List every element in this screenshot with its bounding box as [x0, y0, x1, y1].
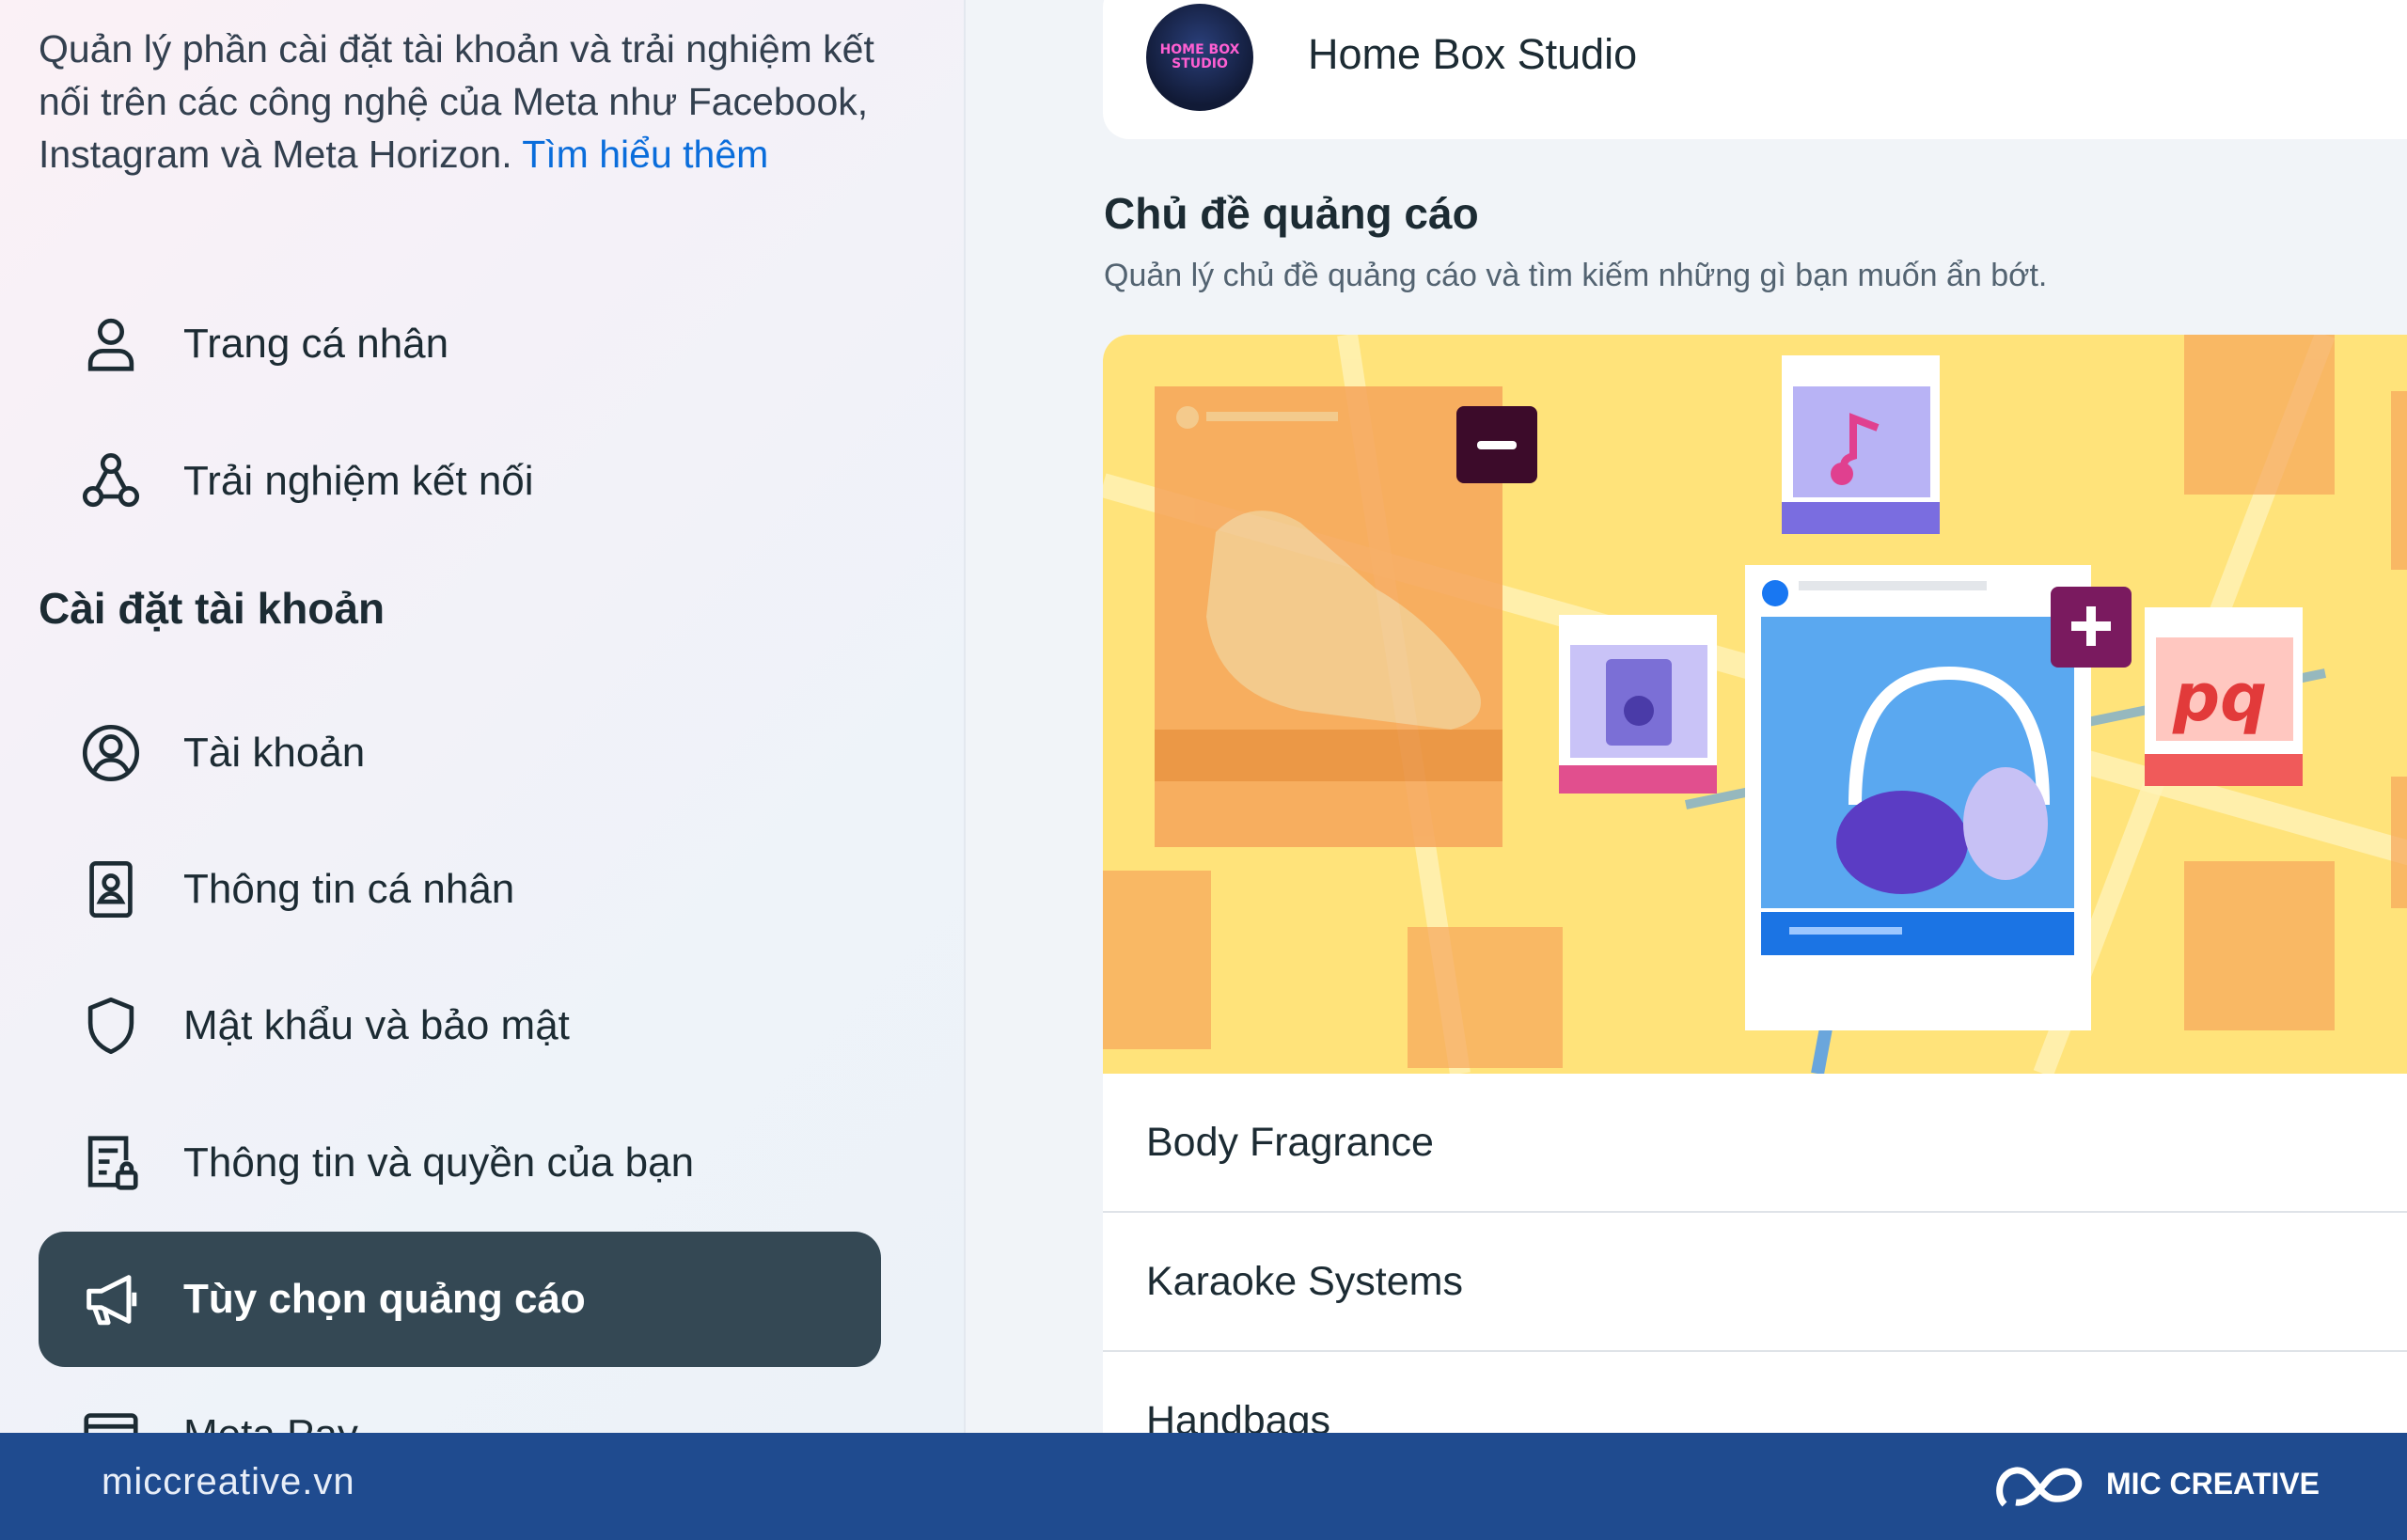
- avatar-text: HOME BOX STUDIO: [1159, 42, 1240, 71]
- shield-icon: [74, 989, 148, 1062]
- brand-name: MIC CREATIVE: [2106, 1467, 2320, 1501]
- sidebar-item-your-info-permissions[interactable]: Thông tin và quyền của bạn: [39, 1095, 881, 1231]
- sidebar-item-label: Meta Pay: [183, 1411, 358, 1433]
- ad-topic-label: Handbags: [1146, 1397, 1331, 1434]
- account-circle-icon: [74, 716, 148, 790]
- sidebar-item-profile[interactable]: Trang cá nhân: [39, 276, 881, 412]
- mic-creative-logo-icon: [1996, 1467, 2083, 1507]
- person-icon: [74, 307, 148, 381]
- card-icon: [74, 1398, 148, 1433]
- avatar: HOME BOX STUDIO: [1146, 4, 1253, 111]
- sidebar-item-personal-info[interactable]: Thông tin cá nhân: [39, 822, 881, 957]
- sidebar-item-label: Thông tin và quyền của bạn: [183, 1139, 695, 1186]
- ad-topics-card: pq Body Fragrance Karaoke Systems Handba…: [1103, 335, 2407, 1433]
- ad-topic-label: Body Fragrance: [1146, 1119, 1434, 1165]
- document-lock-icon: [74, 1126, 148, 1200]
- ad-topics-subtitle: Quản lý chủ đề quảng cáo và tìm kiếm nhữ…: [1104, 258, 2048, 293]
- sidebar-item-meta-pay[interactable]: Meta Pay: [39, 1367, 881, 1433]
- ad-topics-title: Chủ đề quảng cáo: [1104, 189, 1479, 238]
- sidebar-item-label: Thông tin cá nhân: [183, 866, 515, 912]
- main-content: HOME BOX STUDIO Home Box Studio Chủ đề q…: [966, 0, 2407, 1433]
- sidebar-item-account[interactable]: Tài khoản: [39, 685, 881, 821]
- svg-text:pq: pq: [2172, 659, 2267, 736]
- learn-more-link[interactable]: Tìm hiểu thêm: [522, 133, 768, 176]
- section-title-account-settings: Cài đặt tài khoản: [39, 584, 385, 633]
- ad-topic-row-karaoke-systems[interactable]: Karaoke Systems: [1103, 1213, 2407, 1352]
- ad-topics-illustration: pq: [1103, 335, 2407, 1074]
- sidebar-intro: Quản lý phần cài đặt tài khoản và trải n…: [39, 23, 885, 181]
- sidebar-item-label: Tùy chọn quảng cáo: [183, 1276, 586, 1322]
- sidebar-item-label: Mật khẩu và bảo mật: [183, 1002, 570, 1048]
- connected-icon: [74, 445, 148, 518]
- sidebar-item-label: Tài khoản: [183, 730, 366, 776]
- sidebar-item-password-security[interactable]: Mật khẩu và bảo mật: [39, 958, 881, 1093]
- sidebar-item-label: Trải nghiệm kết nối: [183, 458, 534, 504]
- profile-name: Home Box Studio: [1308, 30, 1638, 78]
- ad-topic-label: Karaoke Systems: [1146, 1258, 1463, 1304]
- megaphone-icon: [74, 1263, 148, 1336]
- ad-topic-row-body-fragrance[interactable]: Body Fragrance: [1103, 1074, 2407, 1213]
- sidebar-item-connected-experiences[interactable]: Trải nghiệm kết nối: [39, 414, 881, 549]
- id-card-icon: [74, 853, 148, 926]
- watermark-footer: miccreative.vn MIC CREATIVE: [0, 1433, 2407, 1540]
- settings-sidebar: Quản lý phần cài đặt tài khoản và trải n…: [0, 0, 966, 1433]
- profile-card[interactable]: HOME BOX STUDIO Home Box Studio: [1103, 0, 2407, 139]
- sidebar-item-ad-preferences[interactable]: Tùy chọn quảng cáo: [39, 1232, 881, 1367]
- sidebar-item-label: Trang cá nhân: [183, 321, 449, 367]
- ad-topic-row-handbags[interactable]: Handbags: [1103, 1352, 2407, 1434]
- footer-url: miccreative.vn: [102, 1461, 355, 1502]
